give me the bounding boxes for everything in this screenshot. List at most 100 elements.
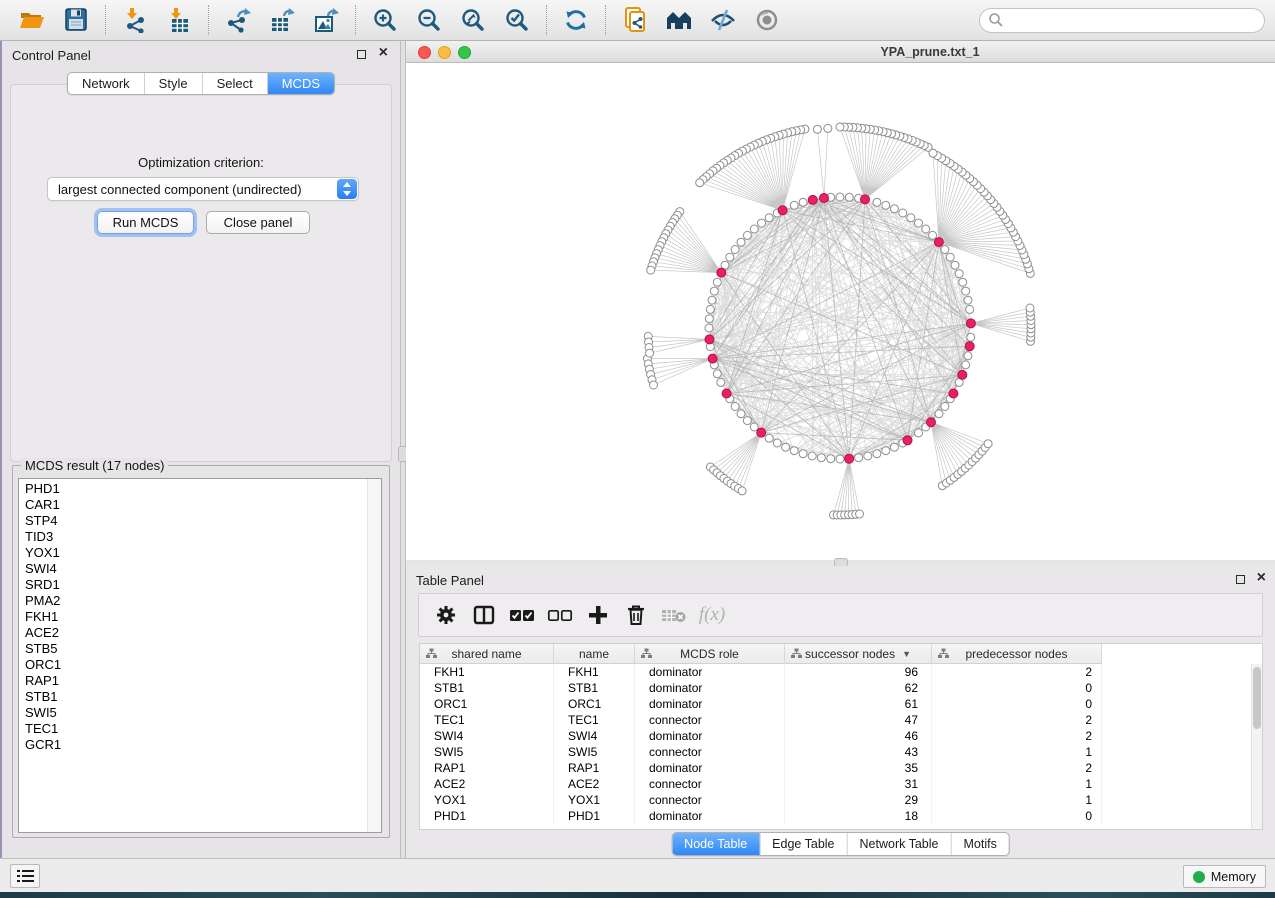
mcds-result-node[interactable]: GCR1: [19, 737, 381, 753]
table-row[interactable]: SWI5SWI5connector431: [420, 744, 1262, 760]
zoom-in-icon[interactable]: [368, 4, 402, 36]
column-header-predecessor-nodes[interactable]: predecessor nodes: [932, 644, 1102, 664]
export-table-icon[interactable]: [265, 4, 299, 36]
mcds-hub-node[interactable]: [808, 195, 817, 204]
table-row[interactable]: TEC1TEC1connector472: [420, 712, 1262, 728]
network-node[interactable]: [705, 324, 713, 332]
network-node[interactable]: [717, 378, 725, 386]
network-node[interactable]: [713, 278, 721, 286]
table-row[interactable]: STB1STB1dominator620: [420, 680, 1262, 696]
network-node[interactable]: [743, 231, 751, 239]
network-node[interactable]: [808, 452, 816, 460]
network-node[interactable]: [873, 450, 881, 458]
network-node[interactable]: [827, 455, 835, 463]
table-row[interactable]: ORC1ORC1dominator610: [420, 696, 1262, 712]
network-node[interactable]: [713, 370, 721, 378]
network-node[interactable]: [750, 225, 758, 233]
mcds-result-node[interactable]: TEC1: [19, 721, 381, 737]
select-all-icon[interactable]: [507, 600, 537, 630]
network-node[interactable]: [966, 305, 974, 313]
mcds-hub-node[interactable]: [717, 268, 726, 277]
network-node[interactable]: [737, 238, 745, 246]
tab-network-table[interactable]: Network Table: [847, 833, 951, 855]
mcds-result-node[interactable]: PHD1: [19, 481, 381, 497]
tab-style[interactable]: Style: [144, 73, 202, 94]
network-leaf-node[interactable]: [738, 487, 746, 495]
network-leaf-node[interactable]: [647, 266, 655, 274]
zoom-fit-icon[interactable]: [456, 4, 490, 36]
table-row[interactable]: FKH1FKH1dominator962: [420, 664, 1262, 680]
mcds-hub-node[interactable]: [820, 194, 829, 203]
column-header-successor-nodes[interactable]: successor nodes▼: [785, 644, 932, 664]
network-canvas[interactable]: [406, 63, 1275, 560]
mcds-result-list[interactable]: PHD1CAR1STP4TID3YOX1SWI4SRD1PMA2FKH1ACE2…: [18, 478, 382, 833]
network-node[interactable]: [773, 439, 781, 447]
network-leaf-node[interactable]: [856, 510, 864, 518]
tab-network[interactable]: Network: [68, 73, 144, 94]
network-node[interactable]: [959, 278, 967, 286]
network-node[interactable]: [951, 261, 959, 269]
mcds-result-node[interactable]: STB1: [19, 689, 381, 705]
mcds-hub-node[interactable]: [722, 389, 731, 398]
mcds-result-node[interactable]: STP4: [19, 513, 381, 529]
network-node[interactable]: [737, 410, 745, 418]
network-node[interactable]: [929, 231, 937, 239]
network-node[interactable]: [962, 287, 970, 295]
hide-graphics-details-icon[interactable]: [706, 4, 740, 36]
mcds-hub-node[interactable]: [965, 342, 974, 351]
mcds-result-node[interactable]: CAR1: [19, 497, 381, 513]
network-node[interactable]: [864, 452, 872, 460]
tab-mcds[interactable]: MCDS: [267, 73, 334, 94]
network-node[interactable]: [964, 352, 972, 360]
run-mcds-button[interactable]: Run MCDS: [97, 211, 194, 234]
mcds-hub-node[interactable]: [966, 319, 975, 328]
export-network-icon[interactable]: [221, 4, 255, 36]
network-node[interactable]: [790, 201, 798, 209]
mcds-result-node[interactable]: ACE2: [19, 625, 381, 641]
tab-motifs[interactable]: Motifs: [950, 833, 1008, 855]
network-leaf-node[interactable]: [984, 440, 992, 448]
network-node[interactable]: [731, 403, 739, 411]
network-node[interactable]: [967, 333, 975, 341]
network-leaf-node[interactable]: [650, 381, 658, 389]
node-table-body[interactable]: FKH1FKH1dominator962STB1STB1dominator620…: [420, 664, 1262, 829]
table-row[interactable]: SWI4SWI4dominator462: [420, 728, 1262, 744]
mcds-result-node[interactable]: SWI4: [19, 561, 381, 577]
show-graphics-details-icon[interactable]: [750, 4, 784, 36]
memory-button[interactable]: Memory: [1183, 865, 1266, 888]
zoom-selected-icon[interactable]: [500, 4, 534, 36]
table-row[interactable]: PHD1PHD1dominator180: [420, 808, 1262, 824]
mcds-hub-node[interactable]: [927, 418, 936, 427]
mcds-hub-node[interactable]: [705, 335, 714, 344]
network-leaf-node[interactable]: [1026, 304, 1034, 312]
mcds-hub-node[interactable]: [778, 206, 787, 215]
network-node[interactable]: [706, 305, 714, 313]
network-leaf-node[interactable]: [646, 349, 654, 357]
mcds-list-scrollbar[interactable]: [367, 479, 381, 832]
network-leaf-node[interactable]: [929, 149, 937, 157]
task-history-icon[interactable]: [10, 864, 40, 888]
export-image-icon[interactable]: [309, 4, 343, 36]
unselect-all-icon[interactable]: [545, 600, 575, 630]
mcds-result-node[interactable]: STB5: [19, 641, 381, 657]
network-node[interactable]: [890, 205, 898, 213]
network-node[interactable]: [855, 454, 863, 462]
network-node[interactable]: [799, 198, 807, 206]
network-node[interactable]: [836, 455, 844, 463]
mcds-hub-node[interactable]: [845, 454, 854, 463]
network-node[interactable]: [890, 443, 898, 451]
network-node[interactable]: [765, 434, 773, 442]
close-panel-icon[interactable]: ×: [379, 44, 388, 62]
network-node[interactable]: [915, 219, 923, 227]
save-icon[interactable]: [59, 4, 93, 36]
window-close-icon[interactable]: [418, 46, 431, 59]
network-node[interactable]: [845, 193, 853, 201]
mcds-hub-node[interactable]: [708, 354, 717, 363]
window-minimize-icon[interactable]: [438, 46, 451, 59]
mcds-hub-node[interactable]: [934, 238, 943, 247]
mcds-result-node[interactable]: SRD1: [19, 577, 381, 593]
network-node[interactable]: [882, 201, 890, 209]
delete-row-icon[interactable]: [621, 600, 651, 630]
mcds-result-node[interactable]: ORC1: [19, 657, 381, 673]
tab-select[interactable]: Select: [202, 73, 267, 94]
